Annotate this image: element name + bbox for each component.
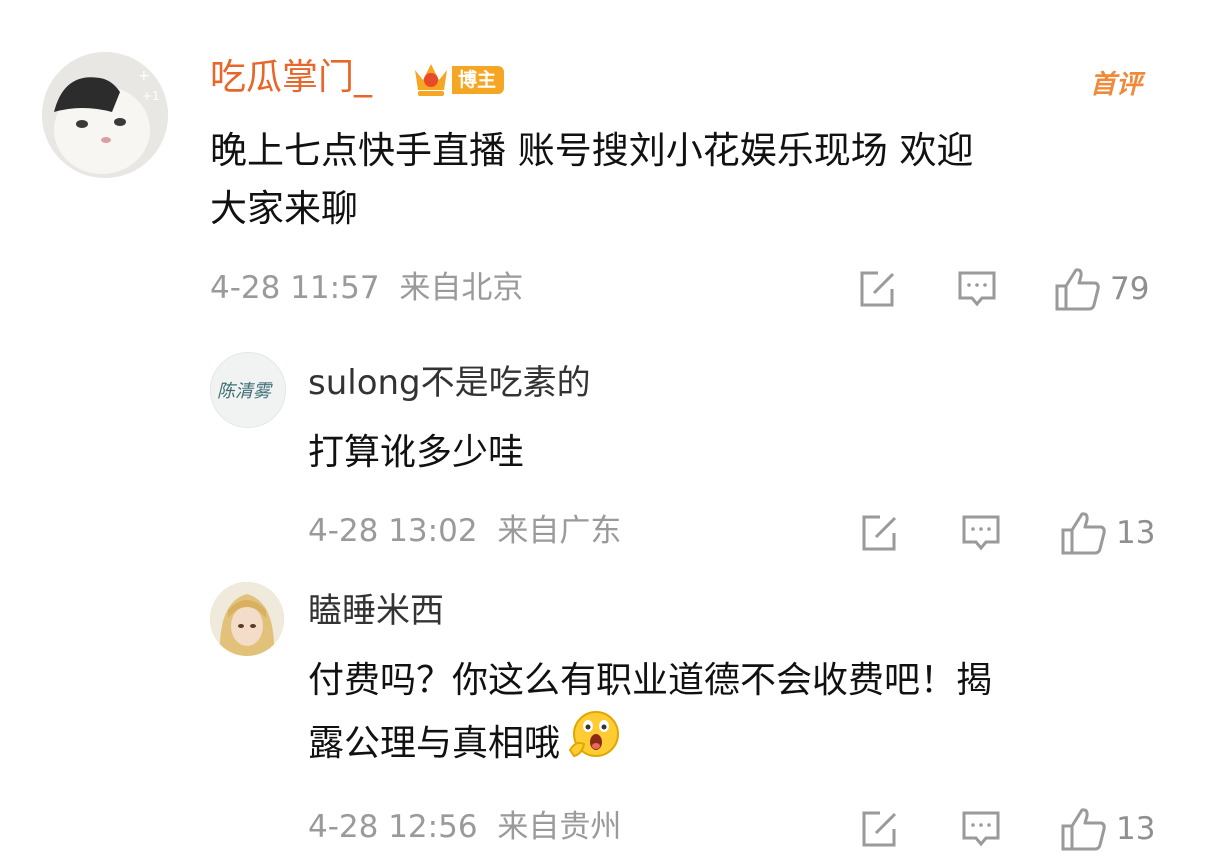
- comment-icon: [956, 268, 998, 310]
- comment-meta: 4-28 11:57 来自北京: [210, 273, 523, 304]
- like-button[interactable]: 13: [1060, 806, 1155, 852]
- comment-icon: [960, 512, 1002, 554]
- comment-text-line: 大家来聊: [210, 187, 358, 230]
- comment-actions: 79: [856, 266, 1149, 312]
- comment-author[interactable]: 瞌睡米西: [308, 594, 444, 628]
- svg-text:+: +: [138, 68, 150, 84]
- avatar-text: 陈清雾: [217, 381, 271, 402]
- like-button[interactable]: 13: [1060, 510, 1155, 556]
- like-icon: [1060, 806, 1108, 852]
- comment-text-line-wrap: 露公理与真相哦: [308, 710, 992, 778]
- like-count: 13: [1116, 810, 1156, 847]
- comment-button[interactable]: [960, 512, 1002, 554]
- comment-text-line: 露公理与真相哦: [308, 723, 561, 764]
- comment-text: 付费吗？你这么有职业道德不会收费吧！揭 露公理与真相哦: [308, 652, 992, 778]
- comment-meta: 4-28 12:56 来自贵州: [308, 812, 621, 843]
- comment-text: 打算讹多少哇: [308, 424, 524, 482]
- like-icon: [1054, 266, 1102, 312]
- comment-location: 来自贵州: [497, 809, 622, 845]
- comment-author[interactable]: sulong不是吃素的: [308, 366, 591, 400]
- comment-icon: [960, 808, 1002, 850]
- comment-location: 来自北京: [399, 270, 524, 306]
- blogger-badge: 博主: [412, 58, 505, 102]
- repost-button[interactable]: [858, 512, 900, 554]
- badge-label: 博主: [452, 66, 505, 94]
- emoji-shock-icon: [566, 710, 622, 778]
- repost-icon: [858, 808, 900, 850]
- comment-text-line: 付费吗？你这么有职业道德不会收费吧！揭: [308, 660, 993, 701]
- avatar[interactable]: + +1: [42, 52, 168, 178]
- avatar[interactable]: 陈清雾: [210, 352, 286, 428]
- comment-actions: 13: [858, 510, 1155, 556]
- comment-text: 晚上七点快手直播 账号搜刘小花娱乐现场 欢迎 大家来聊: [210, 122, 974, 238]
- like-button[interactable]: 79: [1054, 266, 1149, 312]
- comment-button[interactable]: [960, 808, 1002, 850]
- comment-meta: 4-28 13:02 来自广东: [308, 516, 621, 547]
- comment-button[interactable]: [956, 268, 998, 310]
- repost-icon: [858, 512, 900, 554]
- comment-time: 4-28 12:56: [308, 809, 478, 845]
- comment-text-line: 打算讹多少哇: [308, 432, 525, 473]
- repost-icon: [856, 268, 898, 310]
- svg-text:+1: +1: [142, 89, 160, 103]
- comment-actions: 13: [858, 806, 1155, 852]
- comment-time: 4-28 11:57: [210, 270, 380, 306]
- avatar[interactable]: [210, 582, 284, 656]
- comment-location: 来自广东: [497, 513, 622, 549]
- comment-text-line: 晚上七点快手直播 账号搜刘小花娱乐现场 欢迎: [210, 129, 974, 172]
- crown-icon: [412, 58, 450, 102]
- repost-button[interactable]: [856, 268, 898, 310]
- first-comment-tag: 首评: [1090, 70, 1143, 100]
- like-icon: [1060, 510, 1108, 556]
- like-count: 79: [1110, 270, 1150, 307]
- comment-time: 4-28 13:02: [308, 513, 478, 549]
- like-count: 13: [1116, 514, 1156, 551]
- repost-button[interactable]: [858, 808, 900, 850]
- comment-author[interactable]: 吃瓜掌门_: [210, 60, 372, 96]
